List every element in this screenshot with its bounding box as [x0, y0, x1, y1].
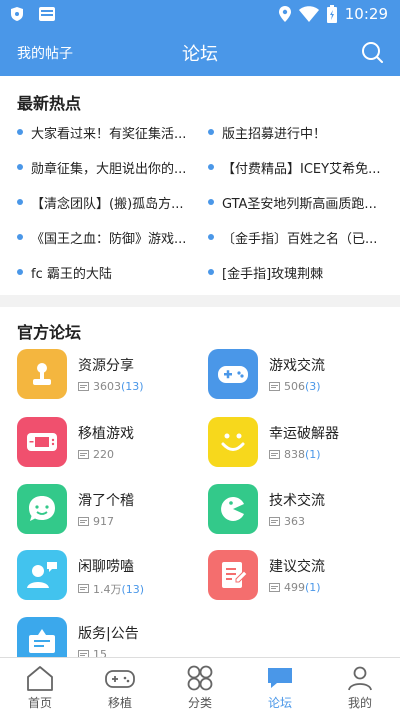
forum-item-announcements[interactable]: 版务|公告 15 — [17, 617, 197, 657]
hot-topic-item[interactable]: GTA圣安地列斯高画质跑... — [208, 193, 386, 212]
new-post-count: (3) — [305, 380, 321, 393]
hot-topics-section: 最新热点 大家看过来！有奖征集活... 版主招募进行中！ 勋章征集，大胆说出你的… — [0, 76, 400, 295]
tab-home[interactable]: 首页 — [0, 658, 80, 712]
forum-item-suggestions[interactable]: 建议交流 499(1) — [208, 550, 388, 604]
tab-label: 移植 — [107, 696, 132, 710]
hot-topic-item[interactable]: 勋章征集，大胆说出你的... — [17, 158, 195, 177]
forum-stats: 499(1) — [269, 581, 321, 594]
new-post-count: (13) — [121, 583, 145, 596]
forum-item-tech[interactable]: 技术交流 363 — [208, 484, 388, 538]
forum-name: 幸运破解器 — [269, 426, 339, 442]
gamepad-icon — [208, 349, 258, 399]
news-icon — [39, 7, 55, 21]
wifi-icon — [298, 6, 319, 22]
forum-item-ported-games[interactable]: 移植游戏 220 — [17, 417, 197, 471]
forum-stats: 1.4万(13) — [78, 581, 144, 597]
forum-stats: 506(3) — [269, 380, 321, 393]
tab-mine[interactable]: 我的 — [320, 658, 400, 712]
hot-topic-item[interactable]: [金手指]玫瑰荆棘 — [208, 263, 386, 282]
hot-topic-item[interactable]: 〔金手指〕百姓之名（已... — [208, 228, 386, 247]
tab-forum[interactable]: 论坛 — [240, 658, 320, 712]
post-count: 363 — [284, 515, 305, 528]
forum-item-funny[interactable]: 滑了个稽 917 — [17, 484, 197, 538]
new-post-count: (1) — [305, 581, 321, 594]
new-post-count: (1) — [305, 448, 321, 461]
smiley-icon — [208, 417, 258, 467]
forum-stats: 220 — [78, 448, 114, 461]
forum-name: 滑了个稽 — [78, 493, 134, 509]
forum-name: 建议交流 — [269, 559, 325, 575]
forum-name: 版务|公告 — [78, 626, 139, 642]
forum-item-lucky-cracker[interactable]: 幸运破解器 838(1) — [208, 417, 388, 471]
comment-icon — [78, 516, 89, 526]
forum-name: 游戏交流 — [269, 358, 325, 374]
forum-name: 闲聊唠嗑 — [78, 559, 134, 575]
post-count: 499 — [284, 581, 305, 594]
app-bar: 我的帖子 论坛 — [0, 30, 400, 76]
hot-topic-item[interactable]: 大家看过来！有奖征集活... — [17, 123, 195, 142]
comment-icon — [78, 649, 89, 657]
home-icon — [27, 666, 53, 691]
hot-topic-item[interactable]: fc 霸王的大陆 — [17, 263, 195, 282]
post-count: 838 — [284, 448, 305, 461]
forum-stats: 15 — [78, 648, 107, 657]
battery-icon — [326, 5, 337, 23]
forum-icon — [268, 668, 292, 688]
tab-category[interactable]: 分类 — [160, 658, 240, 712]
status-bar: 10:29 — [0, 0, 400, 30]
comment-icon — [78, 584, 89, 593]
forum-item-resource-share[interactable]: 资源分享 3603(13) — [17, 349, 197, 403]
post-count: 917 — [93, 515, 114, 528]
post-count: 3603 — [93, 380, 121, 393]
tab-label: 首页 — [27, 696, 52, 710]
hot-topics-title: 最新热点 — [17, 94, 82, 113]
hot-topic-item[interactable]: 版主招募进行中！ — [208, 123, 386, 142]
notice-board-icon — [17, 617, 67, 657]
forum-item-chitchat[interactable]: 闲聊唠嗑 1.4万(13) — [17, 550, 197, 604]
clock: 10:29 — [344, 5, 388, 23]
page-title: 论坛 — [182, 44, 218, 65]
tab-label: 我的 — [347, 696, 372, 710]
comment-icon — [269, 449, 280, 459]
profile-icon — [348, 666, 372, 691]
document-pen-icon — [208, 550, 258, 600]
comment-icon — [269, 582, 280, 592]
hot-topic-item[interactable]: 【付费精品】ICEY艾希免... — [208, 158, 386, 177]
hot-topic-item[interactable]: 【清念团队】(搬)孤岛方... — [17, 193, 195, 212]
post-count: 220 — [93, 448, 114, 461]
search-icon[interactable] — [360, 40, 384, 64]
forum-name: 技术交流 — [269, 493, 325, 509]
new-post-count: (13) — [121, 380, 144, 393]
forum-stats: 838(1) — [269, 448, 321, 461]
official-forums-title: 官方论坛 — [17, 323, 82, 342]
comment-icon — [269, 516, 280, 526]
forum-item-game-chat[interactable]: 游戏交流 506(3) — [208, 349, 388, 403]
post-count: 506 — [284, 380, 305, 393]
shield-icon — [11, 7, 23, 21]
forum-name: 移植游戏 — [78, 426, 134, 442]
person-chat-icon — [17, 550, 67, 600]
forum-name: 资源分享 — [78, 358, 134, 374]
grid-icon — [187, 665, 213, 691]
bottom-tab-bar: 首页 移植 分类 论坛 我的 — [0, 657, 400, 712]
chat-face-icon — [17, 484, 67, 534]
comment-icon — [78, 381, 89, 391]
comment-icon — [78, 449, 89, 459]
pacman-icon — [208, 484, 258, 534]
post-count: 1.4万 — [93, 583, 122, 596]
joystick-icon — [17, 349, 67, 399]
forum-stats: 3603(13) — [78, 380, 144, 393]
tab-label: 分类 — [187, 696, 212, 710]
official-forums-section: 官方论坛 资源分享 3603(13) 游戏交流 506(3) 移植游戏 220 — [0, 307, 400, 657]
comment-icon — [269, 381, 280, 391]
post-count: 15 — [93, 648, 107, 657]
location-icon — [278, 6, 291, 22]
hot-topic-item[interactable]: 《国王之血：防御》游戏... — [17, 228, 195, 247]
gamepad-icon — [105, 670, 135, 688]
handheld-icon — [17, 417, 67, 467]
tab-port[interactable]: 移植 — [80, 658, 160, 712]
forum-stats: 363 — [269, 515, 305, 528]
tab-label: 论坛 — [267, 696, 292, 710]
forum-stats: 917 — [78, 515, 114, 528]
